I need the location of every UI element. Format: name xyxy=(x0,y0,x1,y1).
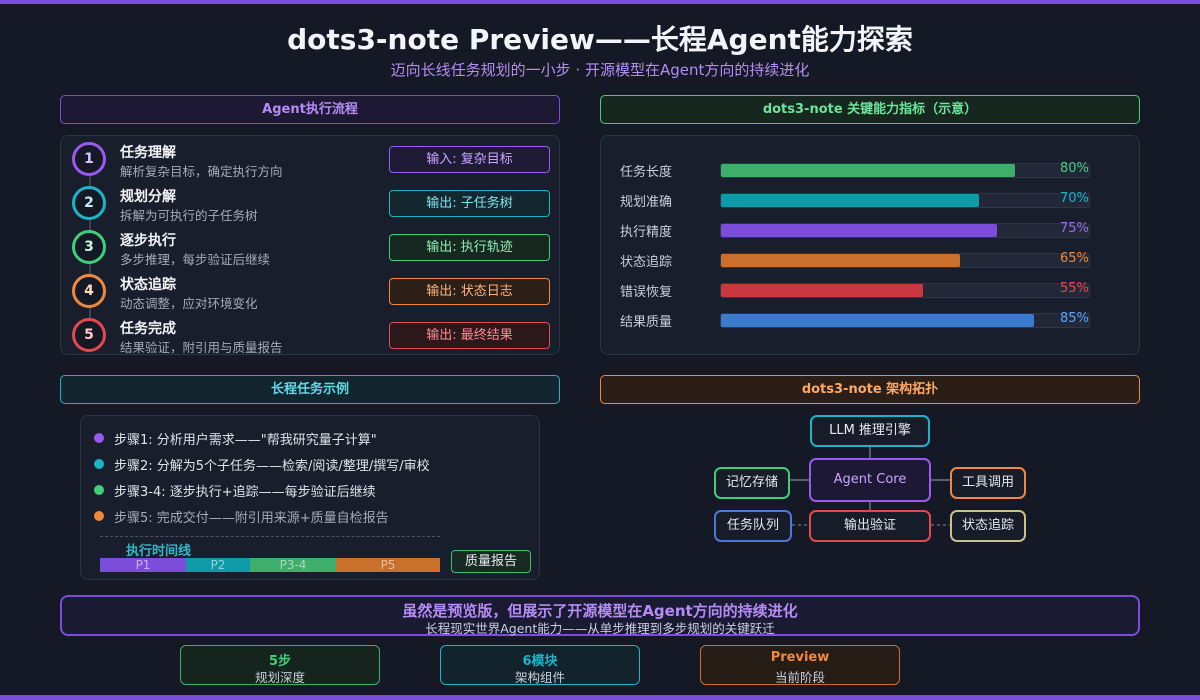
banner-subline: 长程现实世界Agent能力——从单步推理到多步规划的关键跃迁 xyxy=(425,621,775,636)
stat-label: 架构组件 xyxy=(514,670,565,685)
arch-node-task-queue: 任务队列 xyxy=(714,510,792,542)
arch-node-state-tracking: 状态追踪 xyxy=(950,510,1026,542)
arch-node-agent-core: Agent Core xyxy=(809,458,931,502)
summary-banner: 虽然是预览版，但展示了开源模型在Agent方向的持续进化 长程现实世界Agent… xyxy=(60,595,1140,636)
stat-card-arch-components: 6模块 架构组件 xyxy=(440,645,640,685)
stat-label: 规划深度 xyxy=(254,670,305,685)
bottom-accent-bar xyxy=(0,695,1200,700)
arch-node-memory: 记忆存储 xyxy=(714,467,790,499)
stat-card-current-stage: Preview 当前阶段 xyxy=(700,645,900,685)
arch-node-llm-engine: LLM 推理引擎 xyxy=(810,415,930,447)
stat-value: Preview xyxy=(770,650,830,665)
stat-label: 当前阶段 xyxy=(774,670,825,685)
arch-node-tools: 工具调用 xyxy=(950,467,1026,499)
arch-node-output-verify: 输出验证 xyxy=(809,510,931,542)
stat-card-planning-depth: 5步 规划深度 xyxy=(180,645,380,685)
